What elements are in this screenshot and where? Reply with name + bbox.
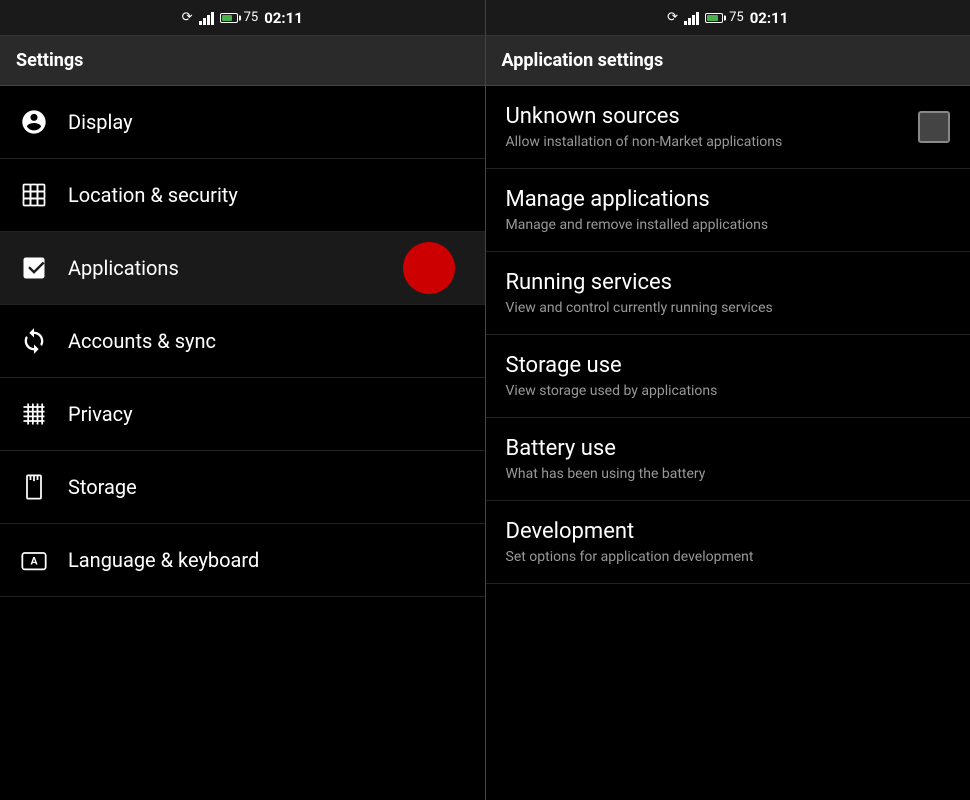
signal-strength-left: 75 bbox=[244, 10, 259, 25]
settings-panel: Settings Display bbox=[0, 36, 486, 800]
status-bar-right: ⟳ 75 02:11 bbox=[486, 0, 970, 36]
application-settings-header: Application settings bbox=[486, 36, 970, 86]
sidebar-item-accounts-sync-label: Accounts & sync bbox=[68, 329, 216, 353]
storage-use-title: Storage use bbox=[506, 353, 951, 378]
sidebar-item-applications-label: Applications bbox=[68, 256, 179, 280]
status-bar-left: ⟳ 75 02:11 bbox=[0, 0, 486, 36]
battery-use-desc: What has been using the battery bbox=[506, 466, 951, 482]
sidebar-item-storage-label: Storage bbox=[68, 475, 137, 499]
app-settings-list: Unknown sources Allow installation of no… bbox=[486, 86, 970, 800]
applications-red-dot bbox=[403, 242, 455, 294]
development-desc: Set options for application development bbox=[506, 549, 951, 565]
development-title: Development bbox=[506, 519, 951, 544]
battery-icon-left bbox=[220, 13, 238, 23]
display-icon bbox=[16, 104, 52, 140]
storage-use-desc: View storage used by applications bbox=[506, 383, 951, 399]
signal-icon-right bbox=[684, 11, 699, 25]
sidebar-item-privacy[interactable]: Privacy bbox=[0, 378, 485, 451]
applications-icon bbox=[16, 250, 52, 286]
sidebar-item-location-security[interactable]: Location & security bbox=[0, 159, 485, 232]
sidebar-item-location-security-label: Location & security bbox=[68, 183, 238, 207]
application-settings-title: Application settings bbox=[502, 50, 664, 71]
app-setting-battery-use[interactable]: Battery use What has been using the batt… bbox=[486, 418, 970, 501]
manage-applications-desc: Manage and remove installed applications bbox=[506, 217, 951, 233]
manage-applications-title: Manage applications bbox=[506, 187, 951, 212]
sidebar-item-language-keyboard-label: Language & keyboard bbox=[68, 548, 259, 572]
sidebar-item-language-keyboard[interactable]: A Language & keyboard bbox=[0, 524, 485, 597]
svg-text:A: A bbox=[30, 555, 38, 568]
unknown-sources-checkbox[interactable] bbox=[918, 111, 950, 143]
app-setting-running-services[interactable]: Running services View and control curren… bbox=[486, 252, 970, 335]
running-services-desc: View and control currently running servi… bbox=[506, 300, 951, 316]
settings-list: Display Locat bbox=[0, 86, 485, 800]
signal-icon-left bbox=[199, 11, 214, 25]
time-right: 02:11 bbox=[750, 9, 789, 27]
sidebar-item-display-label: Display bbox=[68, 110, 133, 134]
application-settings-panel: Application settings Unknown sources All… bbox=[486, 36, 970, 800]
sidebar-item-privacy-label: Privacy bbox=[68, 402, 133, 426]
privacy-icon bbox=[16, 396, 52, 432]
language-keyboard-icon: A bbox=[16, 542, 52, 578]
settings-header: Settings bbox=[0, 36, 485, 86]
app-setting-development[interactable]: Development Set options for application … bbox=[486, 501, 970, 584]
sidebar-item-display[interactable]: Display bbox=[0, 86, 485, 159]
accounts-sync-icon bbox=[16, 323, 52, 359]
sidebar-item-accounts-sync[interactable]: Accounts & sync bbox=[0, 305, 485, 378]
rotation-icon-left: ⟳ bbox=[182, 10, 193, 25]
rotation-icon-right: ⟳ bbox=[667, 10, 678, 25]
time-left: 02:11 bbox=[264, 9, 303, 27]
running-services-title: Running services bbox=[506, 270, 951, 295]
battery-icon-right bbox=[705, 13, 723, 23]
sidebar-item-storage[interactable]: Storage bbox=[0, 451, 485, 524]
sidebar-item-applications[interactable]: Applications bbox=[0, 232, 485, 305]
signal-strength-right: 75 bbox=[729, 10, 744, 25]
battery-use-title: Battery use bbox=[506, 436, 951, 461]
app-setting-manage-applications[interactable]: Manage applications Manage and remove in… bbox=[486, 169, 970, 252]
settings-title: Settings bbox=[16, 50, 83, 71]
app-setting-unknown-sources[interactable]: Unknown sources Allow installation of no… bbox=[486, 86, 970, 169]
location-security-icon bbox=[16, 177, 52, 213]
storage-icon bbox=[16, 469, 52, 505]
unknown-sources-title: Unknown sources bbox=[506, 104, 907, 129]
app-setting-storage-use[interactable]: Storage use View storage used by applica… bbox=[486, 335, 970, 418]
unknown-sources-desc: Allow installation of non-Market applica… bbox=[506, 134, 907, 150]
